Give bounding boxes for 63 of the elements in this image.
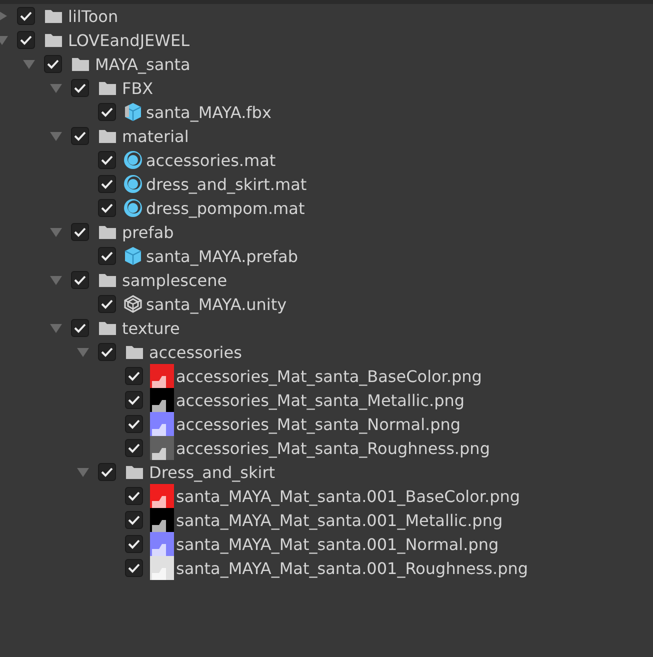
file-name[interactable]: accessories_Mat_santa_Metallic.png: [176, 390, 465, 410]
file-name[interactable]: santa_MAYA.unity: [146, 294, 287, 314]
folder-icon: [45, 33, 62, 47]
checkbox[interactable]: [71, 271, 89, 289]
checkbox[interactable]: [125, 511, 143, 529]
file-name[interactable]: accessories.mat: [146, 150, 276, 170]
file-name[interactable]: santa_MAYA.prefab: [146, 246, 298, 266]
checkbox[interactable]: [125, 559, 143, 577]
folder-icon: [99, 81, 116, 95]
sphere-icon: [123, 174, 143, 194]
folder-icon: [99, 129, 116, 143]
file-name[interactable]: santa_MAYA_Mat_santa.001_Normal.png: [176, 534, 499, 554]
file-name[interactable]: dress_pompom.mat: [146, 198, 305, 218]
folder-name[interactable]: FBX: [122, 78, 154, 98]
file-name[interactable]: accessories_Mat_santa_BaseColor.png: [176, 366, 482, 386]
checkbox[interactable]: [98, 247, 116, 265]
folder-icon: [72, 57, 89, 71]
file-name[interactable]: santa_MAYA.fbx: [146, 102, 272, 122]
checkbox[interactable]: [125, 439, 143, 457]
file-name[interactable]: accessories_Mat_santa_Roughness.png: [176, 438, 490, 458]
file-name[interactable]: santa_MAYA_Mat_santa.001_Roughness.png: [176, 558, 528, 578]
file-name[interactable]: accessories_Mat_santa_Normal.png: [176, 414, 461, 434]
folder-icon: [126, 465, 143, 479]
folder-name[interactable]: LOVEandJEWEL: [68, 30, 190, 50]
folder-name[interactable]: texture: [122, 318, 180, 338]
checkbox[interactable]: [98, 343, 116, 361]
checkbox[interactable]: [71, 127, 89, 145]
folder-icon: [45, 9, 62, 23]
checkbox[interactable]: [98, 175, 116, 193]
folder-name[interactable]: samplescene: [122, 270, 228, 290]
file-name[interactable]: dress_and_skirt.mat: [146, 174, 307, 194]
folder-icon: [99, 321, 116, 335]
sphere-icon: [123, 150, 143, 170]
folder-icon: [99, 273, 116, 287]
checkbox[interactable]: [125, 391, 143, 409]
file-name[interactable]: santa_MAYA_Mat_santa.001_BaseColor.png: [176, 486, 520, 506]
checkbox[interactable]: [71, 79, 89, 97]
checkbox[interactable]: [125, 535, 143, 553]
checkbox[interactable]: [98, 295, 116, 313]
folder-name[interactable]: Dress_and_skirt: [149, 462, 276, 482]
checkbox[interactable]: [44, 55, 62, 73]
checkbox[interactable]: [125, 415, 143, 433]
cube-icon: [123, 102, 143, 122]
sphere-icon: [123, 198, 143, 218]
folder-name[interactable]: lilToon: [68, 6, 118, 26]
checkbox[interactable]: [71, 223, 89, 241]
folder-name[interactable]: accessories: [149, 342, 242, 362]
folder-icon: [99, 225, 116, 239]
folder-name[interactable]: MAYA_santa: [95, 54, 190, 74]
folder-icon: [126, 345, 143, 359]
checkbox[interactable]: [125, 487, 143, 505]
folder-name[interactable]: prefab: [122, 222, 174, 242]
checkbox[interactable]: [98, 199, 116, 217]
file-name[interactable]: santa_MAYA_Mat_santa.001_Metallic.png: [176, 510, 503, 530]
checkbox[interactable]: [98, 463, 116, 481]
folder-name[interactable]: material: [122, 126, 189, 146]
checkbox[interactable]: [125, 367, 143, 385]
checkbox[interactable]: [17, 31, 35, 49]
checkbox[interactable]: [98, 103, 116, 121]
cube-icon: [123, 246, 143, 266]
checkbox[interactable]: [17, 7, 35, 25]
checkbox[interactable]: [98, 151, 116, 169]
checkbox[interactable]: [71, 319, 89, 337]
